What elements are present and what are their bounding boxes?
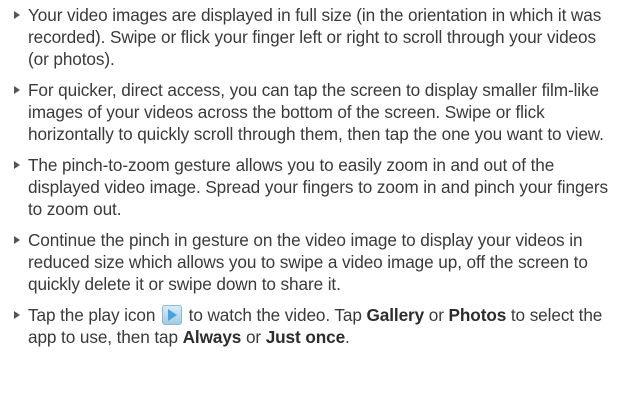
text-segment: or [241,327,266,347]
play-icon [161,305,182,325]
list-item: The pinch-to-zoom gesture allows you to … [8,154,615,220]
triangle-bullet-icon [14,236,20,244]
list-item: Your video images are displayed in full … [8,4,615,70]
gallery-label: Gallery [366,305,425,325]
list-item-text: For quicker, direct access, you can tap … [28,80,604,144]
list-item-text: Tap the play icon to watch the video. Ta… [28,304,615,348]
list-item: For quicker, direct access, you can tap … [8,79,615,145]
instruction-list: Your video images are displayed in full … [0,0,623,401]
always-label: Always [182,327,242,347]
text-segment: . [345,327,350,347]
text-segment: to watch the video. Tap [183,305,367,325]
list-item: Continue the pinch in gesture on the vid… [8,229,615,295]
list-item-text: The pinch-to-zoom gesture allows you to … [28,155,608,219]
just-once-label: Just once [265,327,346,347]
triangle-bullet-icon [14,11,20,19]
list-item: Tap the play icon to watch the video. Ta… [8,304,615,348]
triangle-bullet-icon [14,311,20,319]
list-item-text: Your video images are displayed in full … [28,5,602,69]
photos-label: Photos [448,305,507,325]
list-item-text: Continue the pinch in gesture on the vid… [28,230,588,294]
triangle-bullet-icon [14,161,20,169]
text-segment: or [424,305,449,325]
triangle-bullet-icon [14,86,20,94]
text-segment: Tap the play icon [28,305,160,325]
